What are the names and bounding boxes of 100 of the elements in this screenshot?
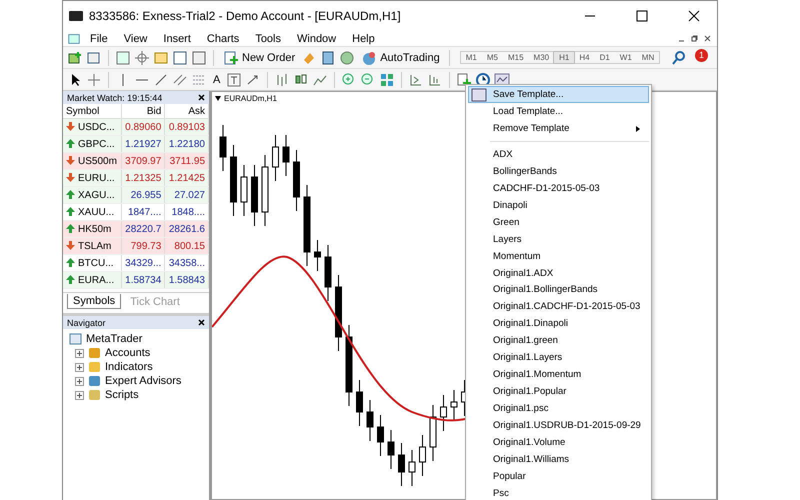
menu-item[interactable]: Original1.green: [468, 332, 649, 350]
symbol-name: BTCU...: [78, 258, 114, 268]
quote-row[interactable]: BTCU... 34329... 34358...: [63, 254, 208, 272]
trend-line-icon[interactable]: [153, 72, 169, 88]
menu-item[interactable]: BollingerBands: [468, 162, 649, 180]
menu-item[interactable]: View: [116, 32, 154, 44]
candlestick: [356, 380, 363, 426]
dropdown-icon[interactable]: [215, 96, 221, 101]
menu-item[interactable]: Tools: [248, 32, 288, 44]
crosshair-icon[interactable]: [134, 50, 150, 66]
menu-item[interactable]: Window: [290, 32, 344, 44]
quote-row[interactable]: EURU... 1.21325 1.21425: [63, 170, 208, 186]
tree-item[interactable]: Accounts: [105, 347, 150, 359]
expand-icon[interactable]: [75, 348, 84, 358]
tree-item[interactable]: Scripts: [105, 389, 139, 401]
symbol-name: XAGU...: [78, 190, 115, 200]
quote-row[interactable]: EURA... 1.58734 1.58843: [63, 272, 208, 288]
quote-row[interactable]: USDC... 0.89060 0.89103: [63, 118, 208, 136]
timeframe-button[interactable]: M15: [502, 52, 529, 63]
tree-item[interactable]: Indicators: [105, 361, 153, 373]
text-tool[interactable]: A: [210, 72, 224, 86]
timeframe-button[interactable]: M5: [482, 52, 503, 63]
menu-item[interactable]: Original1.ADX: [468, 264, 649, 282]
candlestick: [220, 124, 226, 172]
timeframe-button[interactable]: M1: [460, 52, 482, 63]
expand-icon[interactable]: [75, 362, 84, 372]
candlestick: [240, 164, 248, 216]
tree-item[interactable]: Expert Advisors: [105, 375, 182, 387]
menu-item[interactable]: File: [83, 32, 115, 44]
menu-item[interactable]: Save Template...: [468, 86, 649, 103]
close-icon[interactable]: [704, 35, 711, 42]
new-order-icon: [223, 50, 239, 66]
tree-item[interactable]: MetaTrader: [86, 333, 142, 345]
expand-icon[interactable]: [75, 390, 84, 400]
up-arrow-icon: [66, 139, 75, 148]
timeframe-button[interactable]: H1: [554, 52, 574, 63]
candlestick: [282, 134, 290, 176]
text-label-icon[interactable]: [226, 72, 242, 88]
symbol-name: GBPC...: [78, 138, 115, 150]
menu-item[interactable]: ADX: [468, 146, 649, 163]
symbol-name: USDC...: [78, 122, 115, 132]
down-arrow-icon: [66, 241, 75, 250]
menu-item[interactable]: Original1.BollingerBands: [468, 281, 649, 298]
menu-item[interactable]: Original1.psc: [468, 400, 649, 418]
menu-item[interactable]: Layers: [468, 230, 649, 248]
menu-item[interactable]: Psc: [468, 484, 649, 500]
restore-icon[interactable]: [691, 35, 698, 42]
panel-tab[interactable]: Symbols: [67, 294, 122, 309]
channel-icon[interactable]: [172, 72, 188, 88]
tile-windows-icon[interactable]: [379, 72, 396, 88]
quote-row[interactable]: TSLAm 799.73 800.15: [63, 238, 208, 254]
menu-item[interactable]: Help: [345, 32, 382, 44]
candlestick: [314, 240, 321, 272]
quote-row[interactable]: XAUU... 1847.... 1848....: [63, 204, 208, 220]
menu-item[interactable]: Green: [468, 214, 649, 231]
timeframe-button[interactable]: W1: [614, 52, 637, 63]
menu-item[interactable]: Popular: [468, 468, 649, 485]
add-chart-icon[interactable]: [67, 50, 83, 66]
menu-item[interactable]: Insert: [156, 32, 198, 44]
menu-item[interactable]: Remove Template: [468, 120, 649, 137]
menu-item[interactable]: Original1.Volume: [468, 434, 649, 452]
symbol-name: US500m: [78, 156, 117, 166]
timeframe-button[interactable]: D1: [594, 52, 615, 63]
window-title: 8333586: Exness-Trial2 - Demo Account - [EURAUDm,H1]: [89, 9, 402, 23]
menu-item[interactable]: Charts: [200, 32, 246, 44]
menu-item[interactable]: Momentum: [468, 248, 649, 265]
autotrading-button[interactable]: AutoTrading: [358, 48, 443, 66]
menu-item[interactable]: CADCHF-D1-2015-05-03: [468, 180, 649, 197]
quote-row[interactable]: XAGU... 26.955 27.027: [63, 186, 208, 204]
candlestick: [388, 430, 394, 470]
crosshair-icon[interactable]: [86, 72, 102, 88]
timeframe-button[interactable]: M30: [528, 52, 554, 63]
quote-row[interactable]: HK50m 28220.7 28261.6: [63, 220, 208, 238]
menu-item[interactable]: Load Template...: [468, 102, 649, 120]
candlestick: [272, 134, 279, 182]
menu-item[interactable]: Original1.Dinapoli: [468, 315, 649, 332]
quote-row[interactable]: GBPC... 1.21927 1.22180: [63, 136, 208, 152]
folder-icon: [69, 333, 82, 345]
symbol-name: XAUU...: [78, 206, 114, 218]
panel-title: Navigator: [67, 318, 106, 328]
menu-item[interactable]: Original1.USDRUB-D1-2015-09-29: [468, 417, 649, 434]
menu-item[interactable]: Original1.Layers: [468, 349, 649, 366]
candlestick: [293, 150, 300, 212]
quote-row[interactable]: US500m 3709.97 3711.95: [63, 152, 208, 170]
search-icon[interactable]: [671, 50, 687, 66]
template-icon: [471, 88, 487, 102]
menu-item[interactable]: Original1.Popular: [468, 383, 649, 400]
panel-title: Market Watch: 19:15:44: [67, 92, 162, 102]
expand-icon[interactable]: [75, 376, 84, 386]
new-order-button[interactable]: New Order: [220, 48, 298, 66]
menu-item[interactable]: Original1.CADCHF-D1-2015-05-03: [468, 298, 649, 316]
menu-item[interactable]: Original1.Momentum: [468, 366, 649, 384]
close-icon[interactable]: [198, 319, 205, 326]
timeframe-button[interactable]: H4: [574, 52, 595, 63]
timeframe-button[interactable]: MN: [636, 52, 660, 63]
menu-item[interactable]: Original1.Williams: [468, 451, 649, 468]
close-icon[interactable]: [198, 94, 205, 101]
menu-item[interactable]: Dinapoli: [468, 196, 649, 214]
candlestick: [408, 450, 416, 486]
chart-symbol-label: EURAUDm,H1: [224, 94, 277, 103]
